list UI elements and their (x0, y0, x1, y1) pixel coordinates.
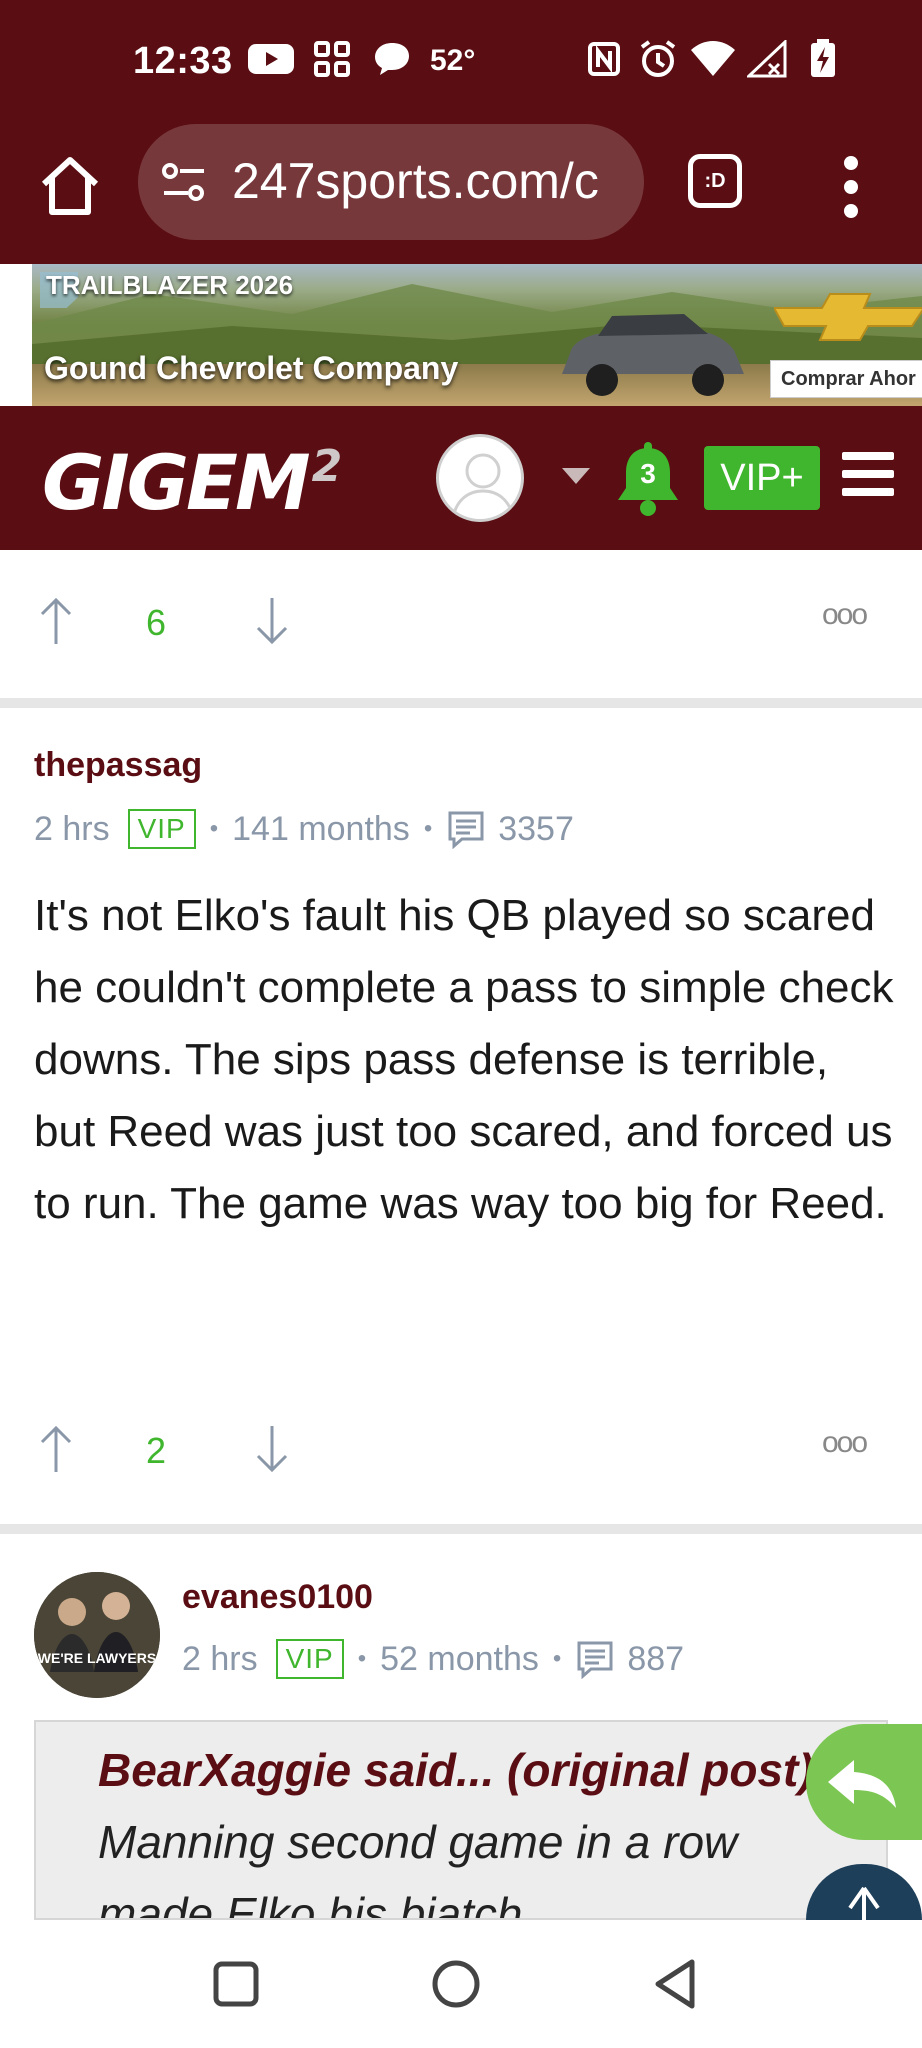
vip-badge: VIP (127, 809, 196, 849)
alarm-icon (638, 40, 678, 78)
more-options-icon[interactable]: ooo (822, 598, 868, 632)
ad-cta-button[interactable]: Comprar Ahor (770, 360, 922, 398)
more-menu-icon[interactable] (840, 152, 862, 222)
upvote-arrow-icon[interactable] (36, 1424, 76, 1474)
avatar-caption: WE'RE LAWYERS (37, 1650, 157, 1666)
meta-separator: • (209, 815, 219, 842)
commenter-avatar[interactable]: WE'RE LAWYERS (34, 1572, 160, 1698)
comment-vote-row: 2 ooo (0, 1418, 922, 1498)
back-triangle-icon[interactable] (646, 1954, 706, 2014)
upvote-arrow-icon[interactable] (36, 596, 76, 646)
chat-bubble-icon (372, 40, 412, 78)
user-avatar-icon[interactable] (436, 434, 524, 522)
ad-model-text: TRAILBLAZER 2026 (46, 270, 294, 300)
quote-attribution[interactable]: BearXaggie said... (original post) (98, 1744, 814, 1796)
status-temperature: 52° (430, 44, 476, 77)
meta-separator: • (423, 815, 433, 842)
qr-app-icon (312, 40, 352, 78)
battery-charging-icon (808, 39, 838, 78)
logo-superscript: 2 (311, 441, 343, 492)
comment-author[interactable]: thepassag (34, 746, 202, 785)
comment-time: 2 hrs (34, 809, 110, 848)
avatar-photo-image (34, 1572, 160, 1698)
signal-icon (746, 40, 788, 78)
member-tenure: 52 months (380, 1639, 539, 1678)
recents-square-icon[interactable] (206, 1954, 266, 2014)
downvote-arrow-icon[interactable] (252, 1424, 292, 1474)
comment-author[interactable]: evanes0100 (182, 1578, 373, 1617)
quote-content: BearXaggie said... (original post) Manni… (98, 1734, 858, 1920)
vote-count: 2 (146, 1430, 167, 1471)
ad-dealer-text: Gound Chevrolet Company (44, 350, 459, 386)
site-logo[interactable]: GIGEM2 (42, 438, 343, 527)
comment-meta: 2 hrs VIP • 141 months • 3357 (34, 806, 574, 852)
post-count: 3357 (498, 809, 574, 848)
comment-vote-row: 6 ooo (0, 590, 922, 670)
browser-toolbar: 247sports.com/c :D (0, 118, 922, 264)
notification-count: 3 (640, 458, 656, 489)
comment-time: 2 hrs (182, 1639, 258, 1678)
site-header: GIGEM2 3 VIP+ (0, 406, 922, 550)
wifi-icon (690, 40, 736, 78)
downvote-arrow-icon[interactable] (252, 596, 292, 646)
reply-button[interactable] (806, 1724, 922, 1840)
vip-badge: VIP (275, 1639, 344, 1679)
post-count-icon (448, 811, 484, 849)
youtube-icon (248, 40, 294, 78)
member-tenure: 141 months (232, 809, 410, 848)
chevron-down-icon[interactable] (562, 468, 590, 484)
comment-divider (0, 698, 922, 708)
post-count-icon (577, 1641, 613, 1679)
tab-switcher-icon[interactable]: :D (688, 154, 742, 208)
status-bar: 12:33 52° (0, 0, 922, 118)
reply-arrow-icon (828, 1760, 896, 1808)
home-circle-icon[interactable] (426, 1954, 486, 2014)
nfc-icon (586, 40, 622, 78)
system-navigation-bar (0, 1920, 922, 2048)
more-options-icon[interactable]: ooo (822, 1426, 868, 1460)
logo-text: GIGEM (42, 438, 311, 527)
chevrolet-logo-icon (774, 293, 922, 341)
hamburger-menu-icon[interactable] (842, 452, 894, 496)
comment-divider (0, 1524, 922, 1534)
ad-image[interactable]: TRAILBLAZER 2026 Gound Chevrolet Company… (32, 264, 922, 406)
vip-plus-button[interactable]: VIP+ (704, 446, 820, 510)
meta-separator: • (357, 1645, 367, 1672)
vote-count: 6 (146, 602, 167, 643)
address-bar[interactable]: 247sports.com/c (138, 124, 644, 240)
comment-body: It's not Elko's fault his QB played so s… (34, 891, 894, 1228)
quoted-post: BearXaggie said... (original post) Manni… (34, 1720, 888, 1920)
ad-car (562, 314, 744, 396)
quote-text: Manning second game in a row made Elko h… (98, 1816, 738, 1920)
ad-banner[interactable]: TRAILBLAZER 2026 Gound Chevrolet Company… (0, 264, 922, 406)
status-time: 12:33 (133, 40, 233, 82)
post-count: 887 (627, 1639, 685, 1678)
meta-separator: • (552, 1645, 562, 1672)
site-settings-icon[interactable] (160, 160, 208, 204)
url-text: 247sports.com/c (232, 153, 599, 209)
comment-meta: 2 hrs VIP • 52 months • 887 (182, 1636, 684, 1682)
home-icon[interactable] (36, 152, 104, 220)
